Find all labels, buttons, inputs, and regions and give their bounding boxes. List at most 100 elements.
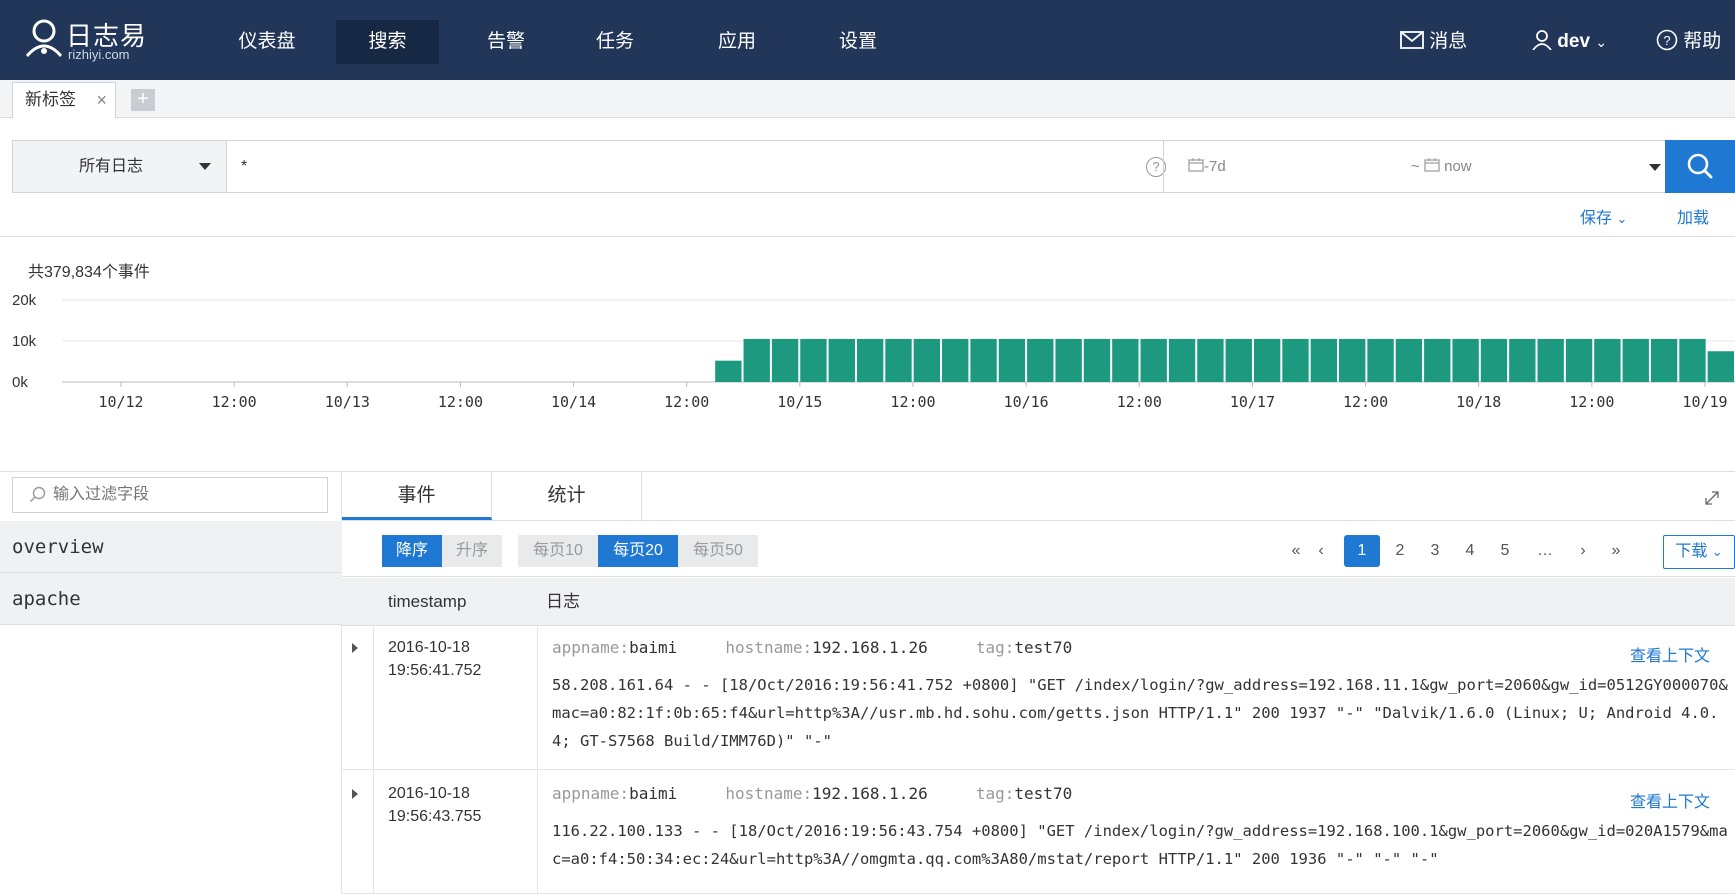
hostname-value[interactable]: 192.168.1.26: [812, 784, 928, 803]
tab-events[interactable]: 事件: [342, 472, 492, 520]
histogram-bar[interactable]: [1480, 338, 1508, 382]
x-tick-label: 12:00: [1343, 393, 1388, 411]
time-range-picker[interactable]: -7d ~ now: [1163, 141, 1675, 192]
histogram-bar[interactable]: [1282, 338, 1309, 382]
search-button[interactable]: [1665, 140, 1735, 193]
brand-logo[interactable]: 日志易 rizhiyi.com: [24, 14, 174, 66]
query-input[interactable]: [241, 151, 1121, 183]
add-tab-button[interactable]: +: [131, 89, 155, 111]
tag-value[interactable]: test70: [1014, 638, 1072, 657]
x-tick-label: 10/14: [551, 393, 596, 411]
histogram-bar[interactable]: [1027, 338, 1054, 382]
nav-alerts[interactable]: 告警: [466, 20, 546, 64]
histogram-bar[interactable]: [1367, 338, 1394, 382]
hostname-value[interactable]: 192.168.1.26: [812, 638, 928, 657]
log-source-select[interactable]: 所有日志: [13, 141, 227, 192]
user-menu[interactable]: dev ⌄: [1532, 20, 1607, 64]
histogram-bar[interactable]: [1310, 338, 1338, 382]
load-search-button[interactable]: 加载: [1677, 204, 1709, 228]
histogram-bar[interactable]: [1395, 338, 1423, 382]
histogram-bar[interactable]: [1168, 338, 1196, 382]
expand-row-icon[interactable]: [352, 789, 358, 799]
histogram-bar[interactable]: [1679, 338, 1706, 382]
histogram-bar[interactable]: [1055, 338, 1082, 382]
histogram-bar[interactable]: [942, 338, 969, 382]
histogram-bar[interactable]: [1622, 338, 1649, 382]
histogram-bar[interactable]: [715, 360, 742, 382]
page-size-50-button[interactable]: 每页50: [678, 535, 758, 567]
row-divider: [537, 770, 538, 894]
save-search-button[interactable]: 保存 ⌄: [1580, 204, 1627, 228]
histogram-bar[interactable]: [913, 338, 941, 382]
histogram-bar[interactable]: [1452, 338, 1479, 382]
histogram-bar[interactable]: [998, 338, 1026, 382]
caret-down-icon[interactable]: [1649, 164, 1661, 171]
pager-page-2[interactable]: 2: [1385, 535, 1415, 567]
appname-value[interactable]: baimi: [629, 638, 677, 657]
histogram-bar[interactable]: [1594, 338, 1621, 382]
close-icon[interactable]: ×: [96, 83, 107, 117]
histogram-bar[interactable]: [1197, 338, 1224, 382]
field-group-overview[interactable]: overview: [0, 521, 342, 573]
help-link[interactable]: ? 帮助: [1656, 20, 1721, 64]
appname-value[interactable]: baimi: [629, 784, 677, 803]
nav-settings[interactable]: 设置: [823, 20, 893, 64]
messages-link[interactable]: 消息: [1400, 20, 1467, 64]
tab-statistics[interactable]: 统计: [492, 472, 642, 520]
pager-page-5[interactable]: 5: [1490, 535, 1520, 567]
histogram-bar[interactable]: [800, 338, 827, 382]
expand-icon[interactable]: [1702, 488, 1722, 508]
histogram-bar[interactable]: [1083, 338, 1111, 382]
histogram-bar[interactable]: [885, 338, 912, 382]
histogram-bar[interactable]: [1509, 338, 1536, 382]
tab-new[interactable]: 新标签 ×: [12, 82, 116, 118]
time-from[interactable]: -7d: [1188, 141, 1226, 192]
sort-asc-button[interactable]: 升序: [442, 535, 502, 567]
field-group-apache[interactable]: apache: [0, 573, 342, 625]
page-size-20-button[interactable]: 每页20: [598, 535, 678, 567]
pager-next[interactable]: ›: [1570, 535, 1596, 567]
column-log[interactable]: 日志: [546, 578, 580, 626]
view-context-link[interactable]: 查看上下文: [1630, 788, 1710, 812]
histogram-bar[interactable]: [1140, 338, 1167, 382]
histogram-bar[interactable]: [1650, 338, 1678, 382]
pager-page-4[interactable]: 4: [1455, 535, 1485, 567]
histogram-bar[interactable]: [970, 338, 997, 382]
pager-page-1[interactable]: 1: [1344, 535, 1380, 567]
nav-apps[interactable]: 应用: [702, 20, 772, 64]
user-name: dev: [1557, 31, 1591, 52]
nav-search[interactable]: 搜索: [336, 20, 439, 64]
x-tick-label: 10/17: [1230, 393, 1275, 411]
field-filter[interactable]: [12, 477, 328, 513]
histogram-bar[interactable]: [828, 338, 855, 382]
hostname-key: hostname:: [725, 638, 813, 657]
histogram-bar[interactable]: [1225, 338, 1252, 382]
histogram-bar[interactable]: [1537, 338, 1564, 382]
pager-prev[interactable]: ‹: [1310, 535, 1332, 567]
download-button[interactable]: 下载 ⌄: [1663, 535, 1735, 569]
histogram-bar[interactable]: [771, 338, 799, 382]
sort-desc-button[interactable]: 降序: [382, 535, 442, 567]
pager-last[interactable]: »: [1603, 535, 1629, 567]
field-filter-input[interactable]: [53, 484, 313, 506]
histogram-bar[interactable]: [856, 338, 884, 382]
histogram-bar[interactable]: [1424, 338, 1451, 382]
expand-row-icon[interactable]: [352, 643, 358, 653]
pager-page-3[interactable]: 3: [1420, 535, 1450, 567]
column-timestamp[interactable]: timestamp: [388, 578, 466, 626]
view-context-link[interactable]: 查看上下文: [1630, 642, 1710, 666]
page-size-10-button[interactable]: 每页10: [518, 535, 598, 567]
histogram-bar[interactable]: [1707, 351, 1734, 382]
histogram-bar[interactable]: [743, 338, 770, 382]
histogram-bar[interactable]: [1339, 338, 1366, 382]
row-timestamp: 2016-10-18 19:56:43.755: [388, 782, 528, 828]
nav-dashboard[interactable]: 仪表盘: [224, 20, 310, 64]
nav-tasks[interactable]: 任务: [580, 20, 650, 64]
histogram-bar[interactable]: [1253, 338, 1281, 382]
pager-first[interactable]: «: [1285, 535, 1307, 567]
time-to[interactable]: ~ now: [1411, 141, 1472, 192]
histogram-bar[interactable]: [1112, 338, 1139, 382]
histogram-bar[interactable]: [1565, 338, 1593, 382]
tag-value[interactable]: test70: [1014, 784, 1072, 803]
event-histogram[interactable]: 20k 10k 0k 10/12 12:00 10/13 12:00 10/14 12:00 10…: [0, 280, 1735, 460]
